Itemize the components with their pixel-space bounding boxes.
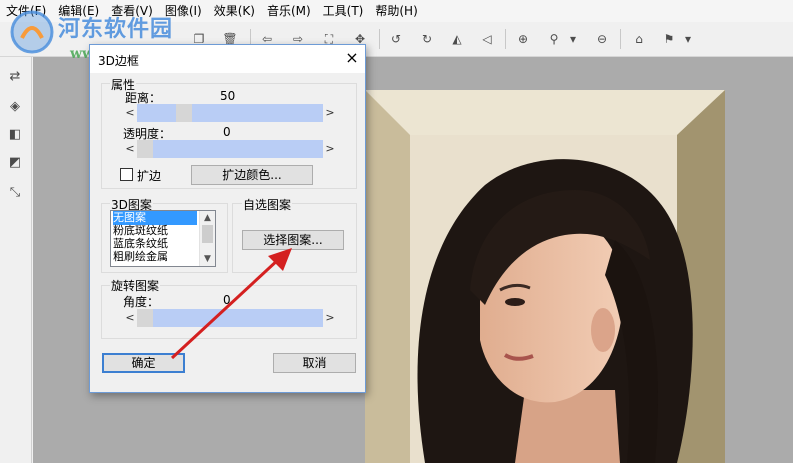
arrow-shaft bbox=[170, 256, 282, 360]
annotation-arrow bbox=[170, 248, 292, 360]
